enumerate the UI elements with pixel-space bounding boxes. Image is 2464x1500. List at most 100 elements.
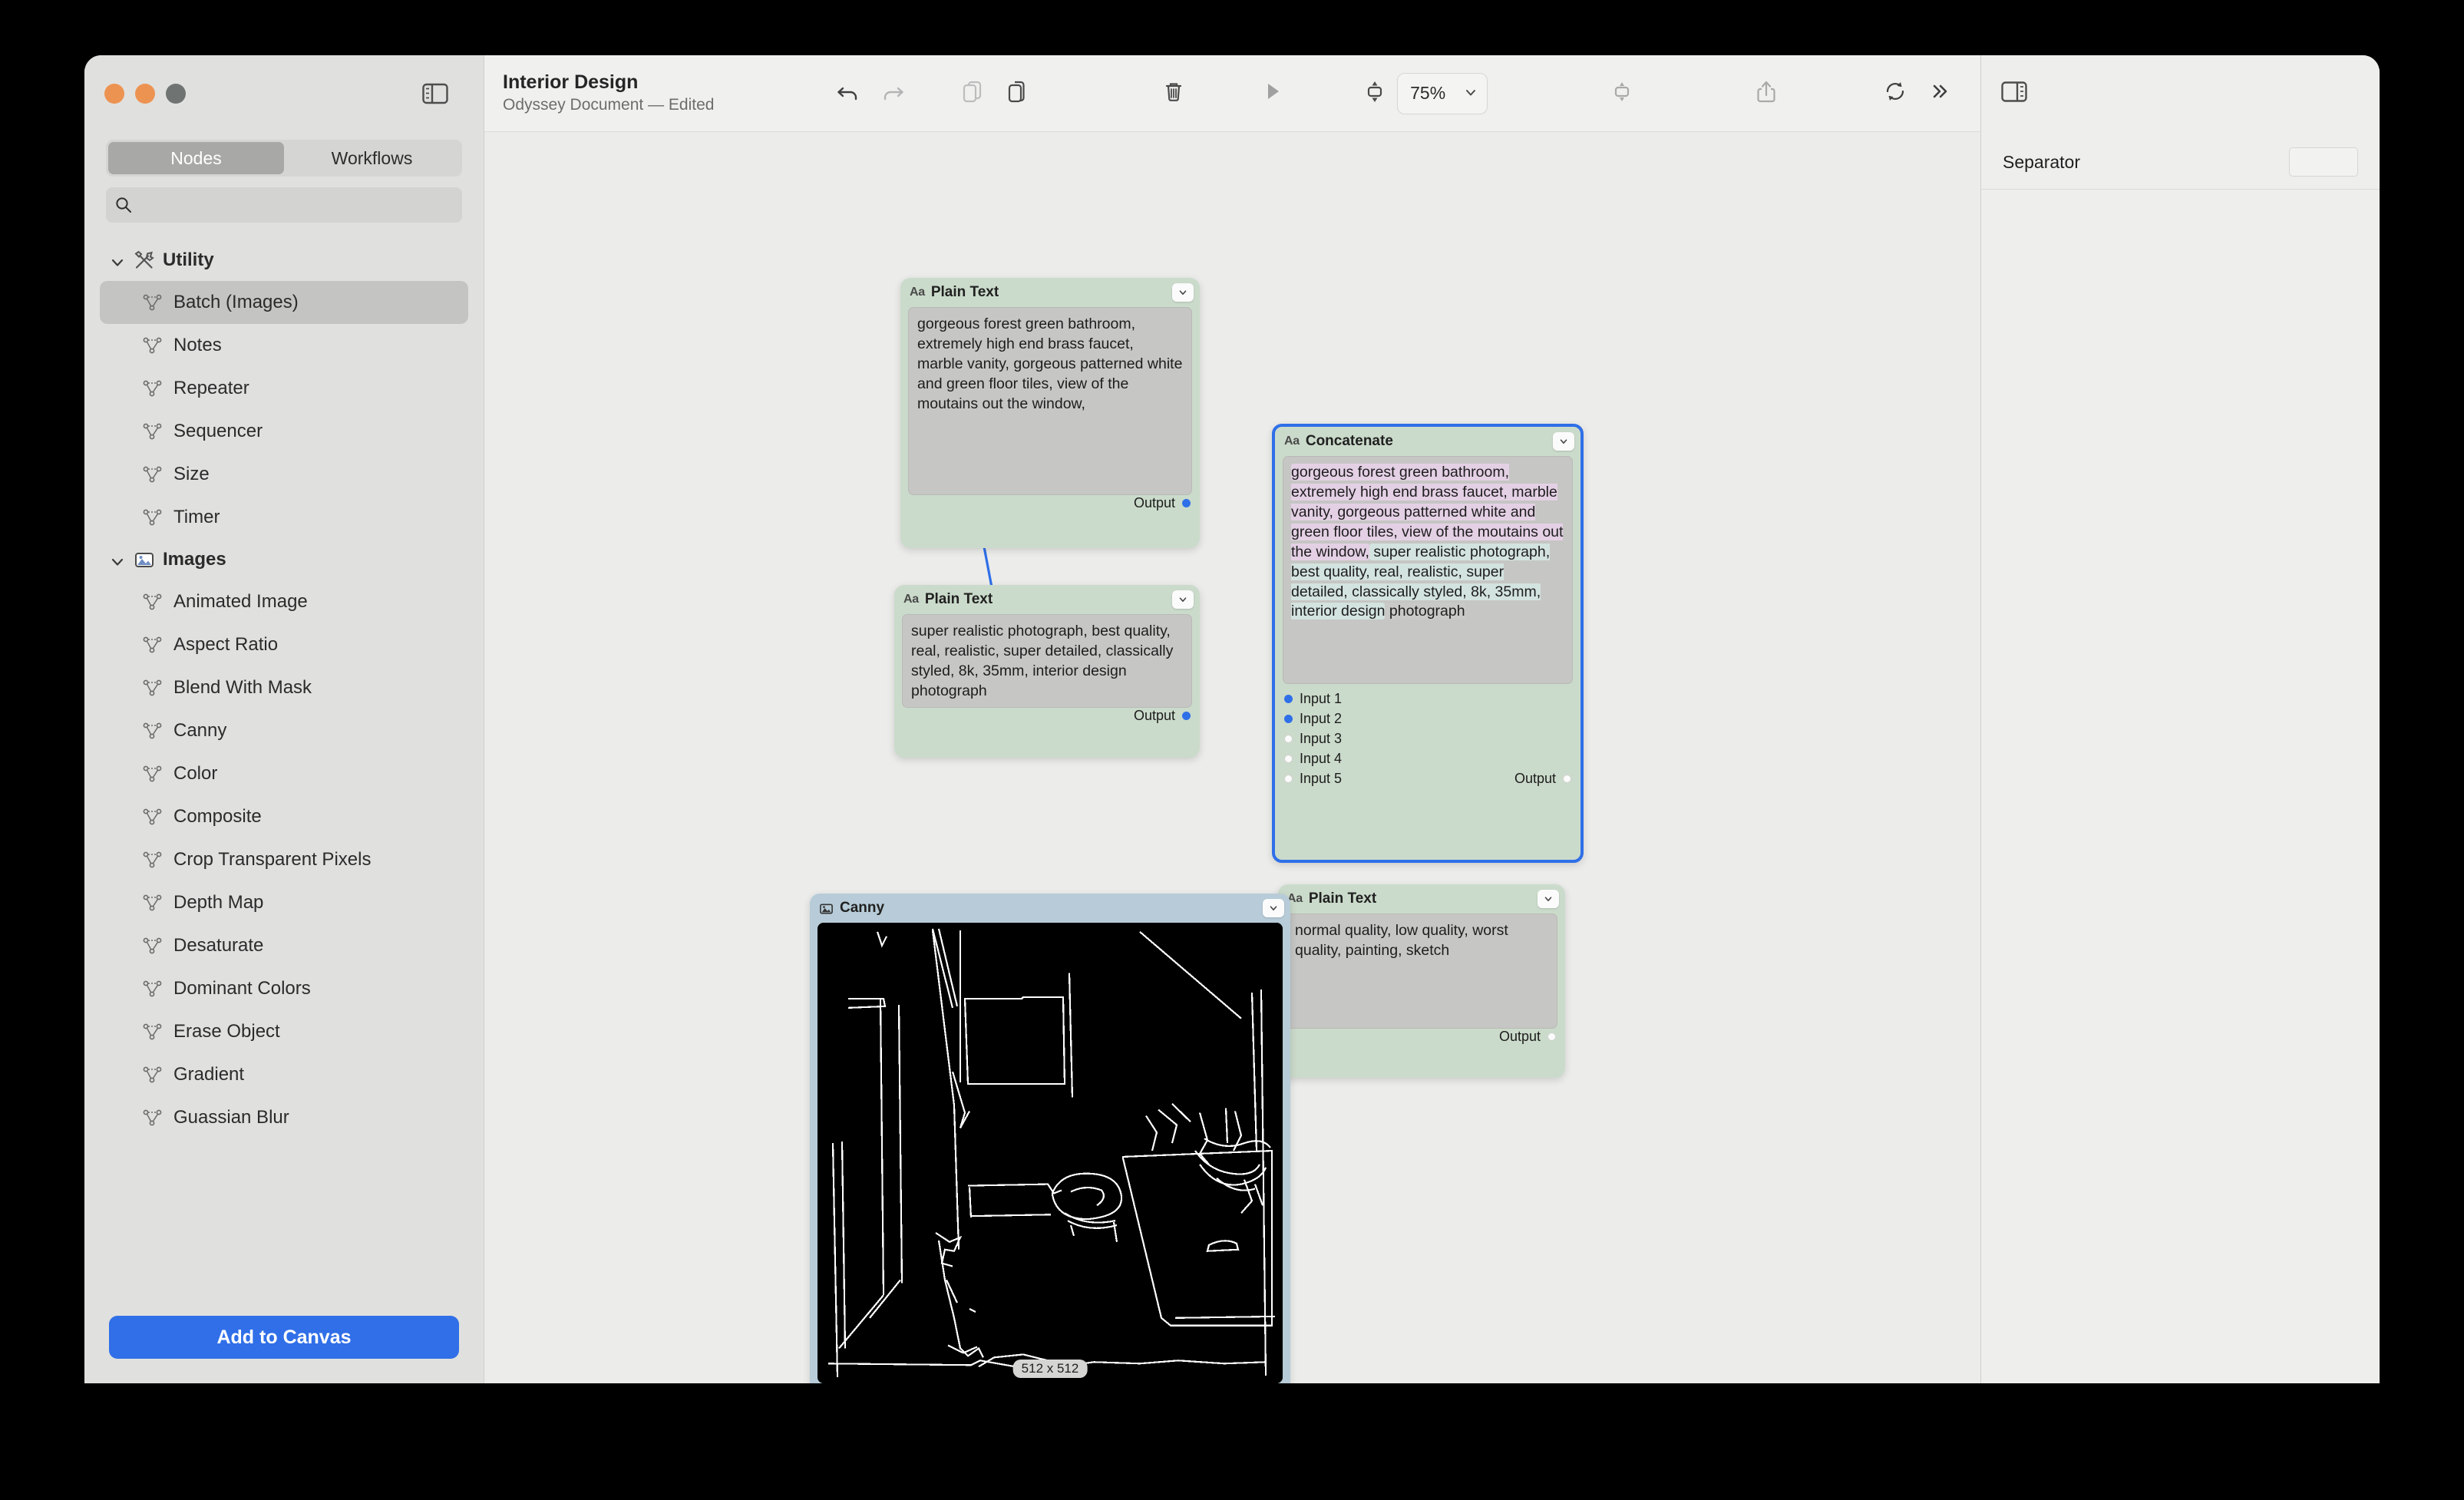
copy-button[interactable]: [950, 71, 995, 116]
node-options-button[interactable]: [1538, 890, 1559, 908]
node-item-erase-object[interactable]: Erase Object: [100, 1010, 468, 1053]
node-item-sequencer[interactable]: Sequencer: [100, 410, 468, 453]
separator-input[interactable]: [2289, 147, 2358, 177]
group-header-images[interactable]: Images: [100, 539, 468, 580]
toolbar: Interior Design Odyssey Document — Edite…: [484, 55, 1980, 132]
zoom-select[interactable]: 75%: [1397, 72, 1488, 114]
port-dot[interactable]: [1182, 712, 1191, 720]
sync-button[interactable]: [1873, 71, 1917, 116]
segmented-control[interactable]: Nodes Workflows: [106, 140, 462, 177]
node-item-label: Erase Object: [173, 1021, 280, 1042]
more-button[interactable]: [1917, 71, 1962, 116]
node-canny[interactable]: Canny 512 x 512: [810, 894, 1290, 1383]
input-port-1[interactable]: Input 1: [1284, 689, 1571, 709]
node-text-field[interactable]: gorgeous forest green bathroom, extremel…: [908, 307, 1192, 495]
node-item-canny[interactable]: Canny: [100, 709, 468, 752]
zoom-button[interactable]: [166, 84, 186, 104]
node-item-repeater[interactable]: Repeater: [100, 367, 468, 410]
input-port-5[interactable]: Input 5: [1284, 771, 1342, 787]
node-item-crop-transparent-pixels[interactable]: Crop Transparent Pixels: [100, 838, 468, 881]
group-header-utility[interactable]: Utility: [100, 240, 468, 281]
node-graph-icon: [143, 422, 163, 441]
node-options-button[interactable]: [1172, 590, 1194, 609]
node-plain-text-2[interactable]: Aa Plain Text super realistic photograph…: [894, 585, 1200, 758]
sidebar-left-icon[interactable]: [422, 83, 448, 104]
node-plain-text-3[interactable]: Aa Plain Text normal quality, low qualit…: [1278, 884, 1565, 1078]
node-output-port[interactable]: Output: [894, 708, 1200, 732]
node-options-button[interactable]: [1263, 899, 1284, 917]
sidebar-right-icon[interactable]: [2001, 81, 2027, 106]
node-item-notes[interactable]: Notes: [100, 324, 468, 367]
input-port-2[interactable]: Input 2: [1284, 709, 1571, 729]
input-port-3[interactable]: Input 3: [1284, 729, 1571, 748]
node-item-batch-images[interactable]: Batch (Images): [100, 281, 468, 324]
node-text-field[interactable]: super realistic photograph, best quality…: [902, 614, 1192, 708]
redo-arrow-icon: [880, 78, 906, 108]
minimize-button[interactable]: [135, 84, 155, 104]
node-image-preview[interactable]: 512 x 512: [817, 923, 1283, 1383]
node-graph-icon: [143, 765, 163, 783]
copy-icon: [960, 78, 986, 108]
node-plain-text-1[interactable]: Aa Plain Text gorgeous forest green bath…: [900, 278, 1200, 548]
port-dot[interactable]: [1284, 694, 1293, 703]
node-item-desaturate[interactable]: Desaturate: [100, 924, 468, 967]
node-item-timer[interactable]: Timer: [100, 496, 468, 539]
node-item-color[interactable]: Color: [100, 752, 468, 795]
node-item-guassian-blur[interactable]: Guassian Blur: [100, 1096, 468, 1139]
node-item-dominant-colors[interactable]: Dominant Colors: [100, 967, 468, 1010]
node-item-gradient[interactable]: Gradient: [100, 1053, 468, 1096]
arrange-button[interactable]: [1600, 71, 1644, 116]
fit-button[interactable]: [1353, 71, 1397, 116]
node-item-size[interactable]: Size: [100, 453, 468, 496]
node-header[interactable]: Aa Plain Text: [894, 585, 1200, 614]
add-to-canvas-button[interactable]: Add to Canvas: [109, 1316, 459, 1359]
node-item-aspect-ratio[interactable]: Aspect Ratio: [100, 623, 468, 666]
concat-segment-3: photograph: [1385, 603, 1465, 620]
duplicate-button[interactable]: [995, 71, 1039, 116]
node-item-label: Blend With Mask: [173, 677, 312, 698]
close-button[interactable]: [104, 84, 124, 104]
input-port-4[interactable]: Input 4: [1284, 748, 1571, 768]
trash-icon: [1161, 78, 1187, 108]
port-dot[interactable]: [1284, 754, 1293, 763]
node-concatenate[interactable]: Aa Concatenate gorgeous forest green bat…: [1272, 424, 1584, 863]
port-dot[interactable]: [1563, 774, 1571, 783]
node-options-button[interactable]: [1553, 432, 1574, 451]
port-dot[interactable]: [1284, 774, 1293, 783]
tab-workflows[interactable]: Workflows: [284, 142, 460, 174]
tab-nodes[interactable]: Nodes: [108, 142, 284, 174]
node-canvas[interactable]: Aa Plain Text gorgeous forest green bath…: [484, 132, 1980, 1383]
node-header[interactable]: Aa Plain Text: [900, 278, 1200, 307]
node-graph-icon: [143, 465, 163, 484]
node-output-port[interactable]: Output: [1278, 1029, 1565, 1052]
search-box[interactable]: [106, 187, 462, 223]
group-label: Images: [163, 549, 226, 570]
node-output-port[interactable]: Output: [900, 495, 1200, 519]
node-output-port[interactable]: Output: [1514, 771, 1571, 787]
node-header[interactable]: Canny: [810, 894, 1290, 923]
node-item-composite[interactable]: Composite: [100, 795, 468, 838]
node-header[interactable]: Aa Concatenate: [1275, 427, 1580, 456]
arrange-icon: [1609, 78, 1635, 108]
inspector-toolbar: [1981, 55, 2380, 132]
output-label: Output: [1133, 495, 1175, 510]
node-item-animated-image[interactable]: Animated Image: [100, 580, 468, 623]
undo-button[interactable]: [826, 71, 870, 116]
node-text-field[interactable]: gorgeous forest green bathroom, extremel…: [1283, 456, 1573, 684]
node-item-depth-map[interactable]: Depth Map: [100, 881, 468, 924]
port-dot[interactable]: [1547, 1032, 1556, 1041]
delete-button[interactable]: [1151, 71, 1196, 116]
run-button[interactable]: [1250, 71, 1294, 116]
node-header[interactable]: Aa Plain Text: [1278, 884, 1565, 914]
share-button[interactable]: [1744, 71, 1789, 116]
search-input[interactable]: [138, 196, 453, 214]
node-item-blend-with-mask[interactable]: Blend With Mask: [100, 666, 468, 709]
node-text-field[interactable]: normal quality, low quality, worst quali…: [1286, 914, 1557, 1029]
port-dot[interactable]: [1284, 714, 1293, 723]
port-dot[interactable]: [1284, 734, 1293, 743]
port-dot[interactable]: [1182, 499, 1191, 507]
node-options-button[interactable]: [1172, 283, 1194, 302]
undo-arrow-icon: [835, 78, 861, 108]
sidebar: Nodes Workflows Utility Batch (Images) N…: [84, 55, 484, 1383]
redo-button[interactable]: [870, 71, 915, 116]
